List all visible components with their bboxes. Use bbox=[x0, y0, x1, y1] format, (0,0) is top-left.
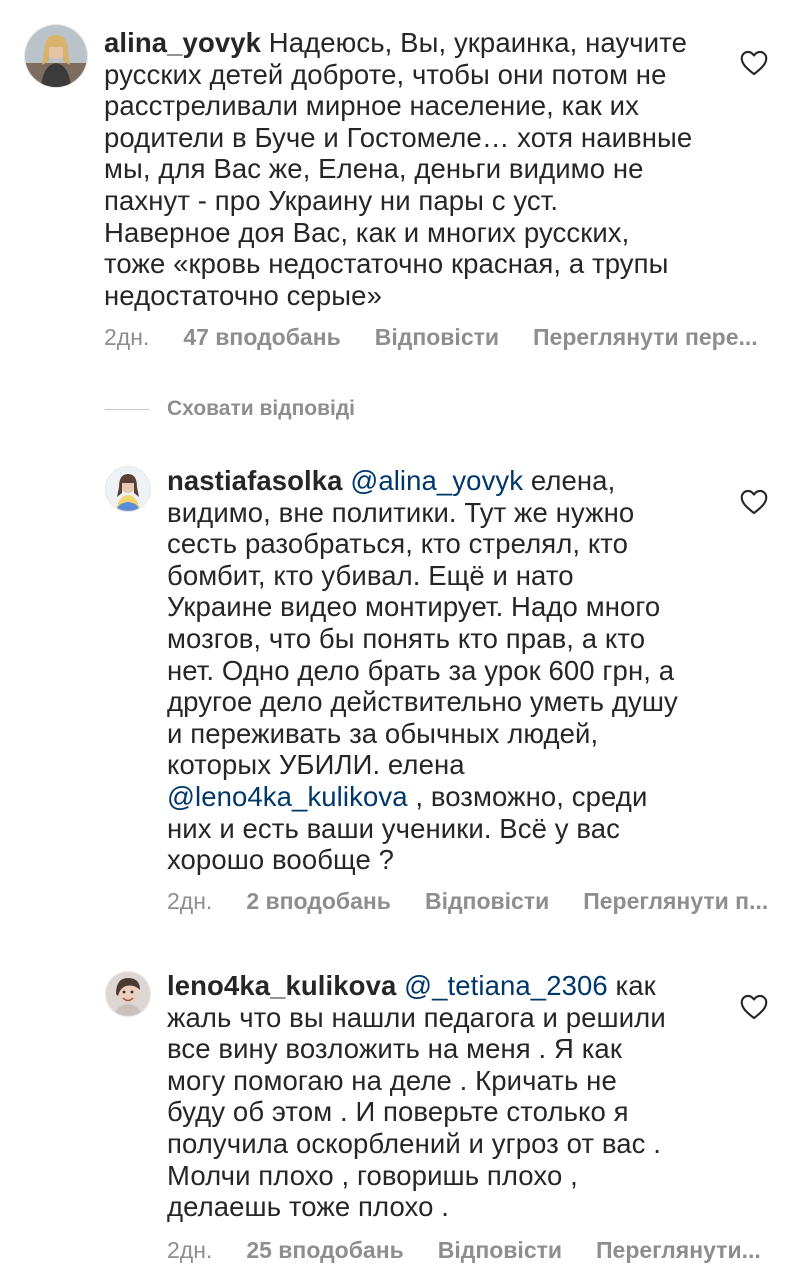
like-heart-icon[interactable] bbox=[740, 489, 768, 515]
comment-body: Надеюсь, Вы, украинка, научите русских д… bbox=[104, 27, 693, 311]
like-heart-icon[interactable] bbox=[740, 994, 768, 1020]
avatar[interactable] bbox=[105, 971, 151, 1017]
comment-time: 2дн. bbox=[167, 1237, 213, 1263]
comment-meta: 2дн. 2 вподобань Відповісти Переглянути п..… bbox=[167, 888, 802, 915]
like-heart-icon[interactable] bbox=[740, 50, 768, 76]
mention-link[interactable]: @_tetiana_2306 bbox=[404, 970, 608, 1001]
avatar-image bbox=[106, 972, 150, 1016]
comment-username[interactable]: leno4ka_kulikova bbox=[167, 970, 396, 1001]
comment-username[interactable]: nastiafasolka bbox=[167, 465, 343, 496]
likes-count[interactable]: 47 вподобань bbox=[183, 324, 340, 351]
see-translation-link[interactable]: Переглянути... bbox=[596, 1237, 761, 1264]
comment-meta: 2дн. 47 вподобань Відповісти Переглянути пе… bbox=[104, 324, 792, 351]
comment-body: елена, видимо, вне политики. Тут же нужн… bbox=[167, 465, 678, 781]
comment-text: alina_yovyk Надеюсь, Вы, украинка, научи… bbox=[104, 27, 744, 311]
avatar[interactable] bbox=[24, 24, 88, 88]
avatar-image bbox=[25, 25, 87, 87]
mention-link[interactable]: @leno4ka_kulikova bbox=[167, 781, 408, 812]
hide-replies-button[interactable]: Сховати відповіді bbox=[105, 394, 355, 424]
hide-replies-label: Сховати відповіді bbox=[167, 397, 355, 420]
comment-text: nastiafasolka @alina_yovyk елена, видимо… bbox=[167, 465, 747, 876]
comment-meta: 2дн. 25 вподобань Відповісти Переглянути... bbox=[167, 1237, 795, 1264]
comment-time: 2дн. bbox=[167, 888, 213, 914]
divider-line bbox=[105, 408, 149, 410]
mention-link[interactable]: @alina_yovyk bbox=[350, 465, 523, 496]
comment-username[interactable]: alina_yovyk bbox=[104, 27, 261, 58]
reply-button[interactable]: Відповісти bbox=[375, 324, 499, 351]
comment-time: 2дн. bbox=[104, 324, 150, 350]
comment-text: leno4ka_kulikova @_tetiana_2306 как жаль… bbox=[167, 970, 747, 1223]
likes-count[interactable]: 25 вподобань bbox=[246, 1237, 403, 1264]
comment-body: как жаль что вы нашли педагога и решили … bbox=[167, 970, 666, 1223]
reply-button[interactable]: Відповісти bbox=[438, 1237, 562, 1264]
see-translation-link[interactable]: Переглянути п... bbox=[583, 888, 768, 915]
avatar[interactable] bbox=[105, 466, 151, 512]
avatar-image bbox=[106, 467, 150, 511]
reply-button[interactable]: Відповісти bbox=[425, 888, 549, 915]
see-translation-link[interactable]: Переглянути пере... bbox=[533, 324, 758, 351]
likes-count[interactable]: 2 вподобань bbox=[246, 888, 391, 915]
